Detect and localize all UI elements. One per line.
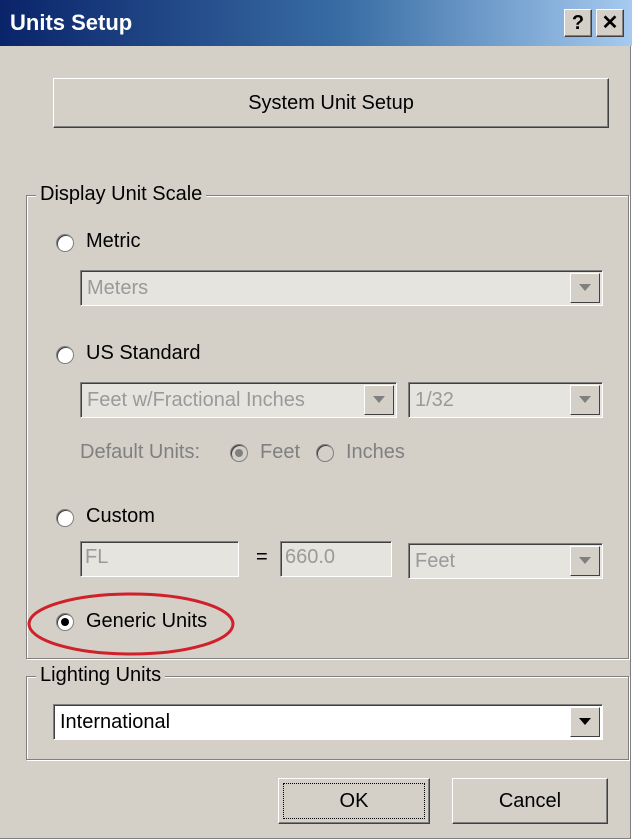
fraction-dropdown-arrow[interactable] [570,385,600,415]
us-standard-unit-dropdown[interactable]: Feet w/Fractional Inches [80,382,397,418]
custom-label[interactable]: Custom [86,505,155,528]
chevron-down-icon [579,284,591,291]
custom-unit-value: Feet [415,550,456,572]
help-button[interactable]: ? [564,9,592,37]
metric-label[interactable]: Metric [86,230,140,253]
us-standard-label[interactable]: US Standard [86,342,201,365]
chevron-down-icon [579,718,591,725]
custom-amount-field[interactable]: 660.0 [280,541,392,577]
lighting-units-value: International [60,711,171,733]
title-bar[interactable]: Units Setup ? ✕ [0,0,632,46]
close-icon: ✕ [601,12,619,34]
us-standard-unit-value: Feet w/Fractional Inches [87,389,305,411]
fraction-dropdown[interactable]: 1/32 [408,382,603,418]
fraction-value: 1/32 [415,389,454,411]
ok-button[interactable]: OK [278,778,430,824]
metric-unit-dropdown[interactable]: Meters [80,270,603,306]
metric-radio[interactable] [56,234,74,252]
lighting-units-legend: Lighting Units [36,664,166,687]
custom-unit-dropdown-arrow[interactable] [570,546,600,576]
lighting-units-dropdown-arrow[interactable] [570,707,600,737]
us-standard-radio[interactable] [56,346,74,364]
lighting-units-dropdown[interactable]: International [53,704,603,740]
focus-rect [283,783,425,819]
chevron-down-icon [579,557,591,564]
custom-unit-dropdown[interactable]: Feet [408,543,603,579]
default-units-label: Default Units: [80,441,201,463]
custom-radio[interactable] [56,509,74,527]
default-feet-radio[interactable] [230,444,248,462]
custom-amount-value: 660.0 [285,546,336,568]
default-inches-radio[interactable] [316,444,334,462]
close-button[interactable]: ✕ [596,9,624,37]
custom-name-field[interactable]: FL [80,541,239,577]
default-inches-label[interactable]: Inches [346,441,405,464]
us-standard-unit-dropdown-arrow[interactable] [364,385,394,415]
highlight-ellipse [27,592,235,656]
window-title: Units Setup [10,10,133,35]
display-unit-scale-group [26,195,629,659]
default-feet-label[interactable]: Feet [260,441,300,464]
metric-unit-value: Meters [87,277,149,299]
equals-label: = [256,546,268,568]
display-unit-scale-legend: Display Unit Scale [36,183,207,206]
chevron-down-icon [373,396,385,403]
units-setup-dialog: Units Setup ? ✕ System Unit Setup Displa… [0,0,632,839]
chevron-down-icon [579,396,591,403]
metric-unit-dropdown-arrow[interactable] [570,273,600,303]
cancel-button[interactable]: Cancel [452,778,608,824]
custom-name-value: FL [85,546,109,568]
system-unit-setup-button[interactable]: System Unit Setup [53,78,609,128]
